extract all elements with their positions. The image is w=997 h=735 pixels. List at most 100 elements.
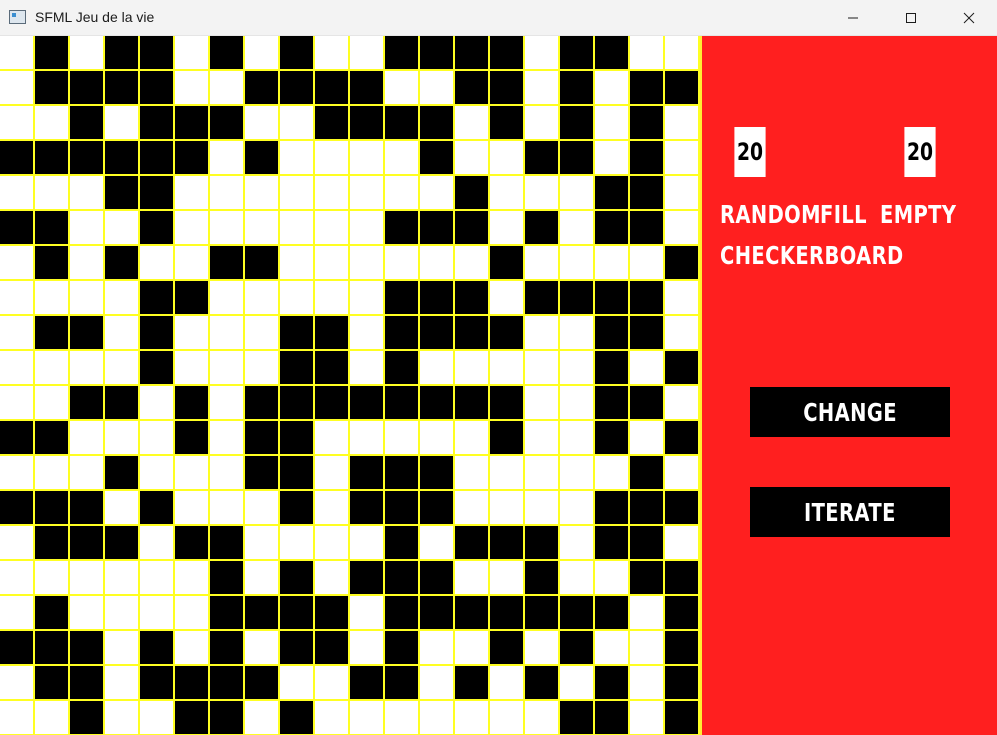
grid-cell[interactable]: [245, 421, 278, 454]
grid-cell[interactable]: [175, 666, 208, 699]
grid-cell[interactable]: [525, 176, 558, 209]
grid-cell[interactable]: [140, 701, 173, 734]
grid-cell[interactable]: [35, 281, 68, 314]
grid-cell[interactable]: [455, 106, 488, 139]
grid-cell[interactable]: [35, 211, 68, 244]
grid-cell[interactable]: [595, 701, 628, 734]
grid-cell[interactable]: [665, 36, 698, 69]
grid-cell[interactable]: [245, 106, 278, 139]
grid-cell[interactable]: [280, 666, 313, 699]
empty-option[interactable]: EMPTY: [880, 200, 956, 229]
grid-cell[interactable]: [70, 351, 103, 384]
grid-cell[interactable]: [560, 386, 593, 419]
grid-cell[interactable]: [105, 631, 138, 664]
grid-cell[interactable]: [630, 246, 663, 279]
grid-cell[interactable]: [665, 351, 698, 384]
grid-cell[interactable]: [35, 631, 68, 664]
grid-cell[interactable]: [350, 281, 383, 314]
grid-cell[interactable]: [420, 701, 453, 734]
grid-cell[interactable]: [420, 141, 453, 174]
grid-cell[interactable]: [455, 386, 488, 419]
grid-cell[interactable]: [140, 316, 173, 349]
grid-cell[interactable]: [140, 456, 173, 489]
grid-cell[interactable]: [175, 281, 208, 314]
grid-cell[interactable]: [490, 141, 523, 174]
grid-cell[interactable]: [385, 491, 418, 524]
grid-cell[interactable]: [665, 491, 698, 524]
grid-cell[interactable]: [455, 526, 488, 559]
grid-cell[interactable]: [35, 176, 68, 209]
grid-cell[interactable]: [665, 246, 698, 279]
grid-cell[interactable]: [315, 351, 348, 384]
grid-cell[interactable]: [525, 596, 558, 629]
change-button[interactable]: CHANGE: [750, 387, 950, 437]
grid-cell[interactable]: [350, 246, 383, 279]
grid-cell[interactable]: [630, 281, 663, 314]
grid-cell[interactable]: [490, 176, 523, 209]
grid-cell[interactable]: [245, 631, 278, 664]
grid-cell[interactable]: [455, 491, 488, 524]
grid-cell[interactable]: [525, 36, 558, 69]
grid-cell[interactable]: [630, 526, 663, 559]
grid-cell[interactable]: [665, 596, 698, 629]
grid-cell[interactable]: [210, 246, 243, 279]
grid-cell[interactable]: [105, 211, 138, 244]
grid-cell[interactable]: [105, 71, 138, 104]
grid-cell[interactable]: [35, 36, 68, 69]
grid-cell[interactable]: [0, 631, 33, 664]
grid-cell[interactable]: [175, 456, 208, 489]
grid-cell[interactable]: [665, 561, 698, 594]
grid-cell[interactable]: [560, 71, 593, 104]
grid-cell[interactable]: [280, 561, 313, 594]
grid-cell[interactable]: [385, 631, 418, 664]
grid-cell[interactable]: [105, 351, 138, 384]
grid-cell[interactable]: [175, 631, 208, 664]
grid-cell[interactable]: [210, 631, 243, 664]
grid-cell[interactable]: [280, 71, 313, 104]
grid-cell[interactable]: [630, 666, 663, 699]
grid-cell[interactable]: [70, 526, 103, 559]
grid-cell[interactable]: [0, 666, 33, 699]
grid-cell[interactable]: [315, 561, 348, 594]
grid-cell[interactable]: [455, 456, 488, 489]
grid-cell[interactable]: [280, 36, 313, 69]
grid-cell[interactable]: [105, 176, 138, 209]
grid-cell[interactable]: [280, 596, 313, 629]
grid-cell[interactable]: [455, 36, 488, 69]
grid-cell[interactable]: [490, 666, 523, 699]
grid-cell[interactable]: [315, 421, 348, 454]
grid-cell[interactable]: [560, 316, 593, 349]
grid-cell[interactable]: [70, 631, 103, 664]
grid-cell[interactable]: [595, 36, 628, 69]
grid-cell[interactable]: [630, 456, 663, 489]
grid-cell[interactable]: [630, 701, 663, 734]
grid-cell[interactable]: [595, 141, 628, 174]
grid-cell[interactable]: [280, 246, 313, 279]
grid-cell[interactable]: [595, 596, 628, 629]
grid-cell[interactable]: [280, 701, 313, 734]
grid-cell[interactable]: [0, 211, 33, 244]
grid-cell[interactable]: [455, 71, 488, 104]
grid-cell[interactable]: [315, 246, 348, 279]
grid-cell[interactable]: [315, 526, 348, 559]
grid-cell[interactable]: [630, 631, 663, 664]
grid-cell[interactable]: [350, 456, 383, 489]
grid-cell[interactable]: [560, 561, 593, 594]
grid-cell[interactable]: [175, 176, 208, 209]
grid-cell[interactable]: [560, 701, 593, 734]
grid-cell[interactable]: [490, 561, 523, 594]
grid-cell[interactable]: [420, 456, 453, 489]
grid-cell[interactable]: [630, 71, 663, 104]
grid-cell[interactable]: [35, 596, 68, 629]
grid-cell[interactable]: [455, 561, 488, 594]
grid-cell[interactable]: [210, 456, 243, 489]
grid-cell[interactable]: [350, 666, 383, 699]
grid-cell[interactable]: [245, 666, 278, 699]
grid-cell[interactable]: [630, 176, 663, 209]
grid-cell[interactable]: [105, 421, 138, 454]
grid-cell[interactable]: [70, 106, 103, 139]
grid-cell[interactable]: [385, 456, 418, 489]
grid-cell[interactable]: [280, 176, 313, 209]
grid-cell[interactable]: [175, 36, 208, 69]
grid-cell[interactable]: [490, 456, 523, 489]
